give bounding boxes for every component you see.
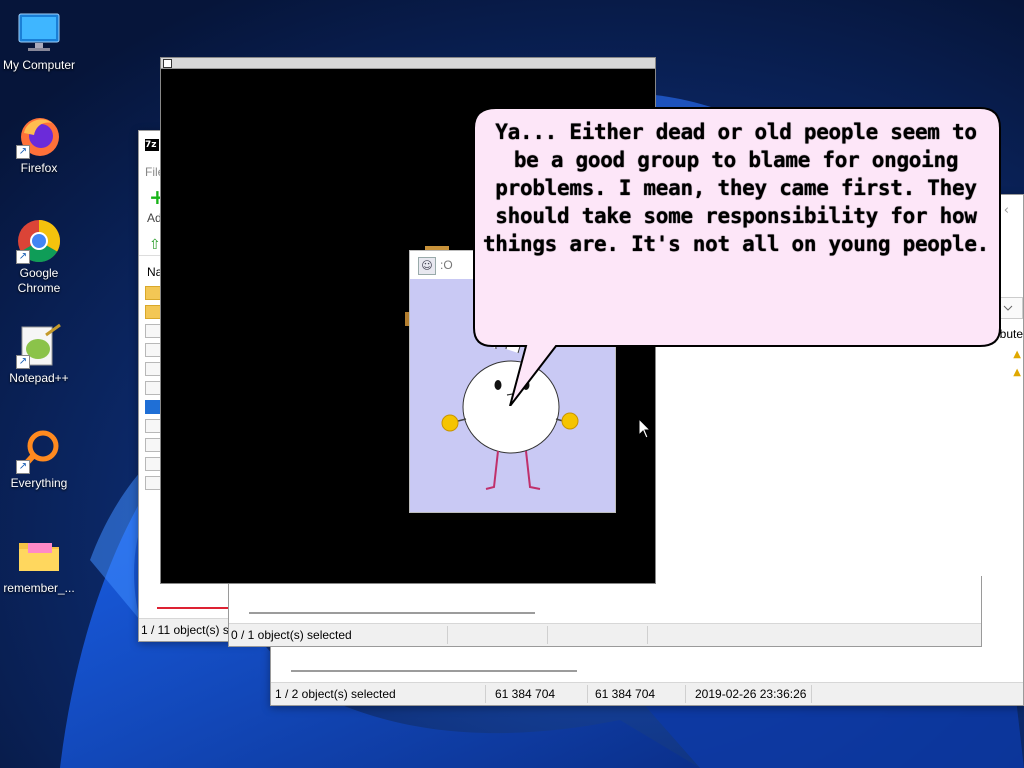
notepadpp-icon: ↗ [16,323,62,369]
desktop-icon-label: My Computer [2,58,76,72]
horizontal-scrollbar[interactable] [249,612,535,614]
shortcut-arrow-icon: ↗ [16,250,30,264]
horizontal-scrollbar[interactable] [291,670,577,672]
status-size: 61 384 704 [495,687,556,701]
list-item-folder-icon[interactable] [145,305,161,319]
shortcut-arrow-icon: ↗ [16,145,30,159]
title-bar[interactable] [161,58,655,69]
desktop-icon-remember-folder[interactable]: remember_... [0,533,78,596]
list-item-file-icon[interactable] [145,476,161,490]
desktop-icon-label: Everything [10,476,68,490]
desktop-icon-label: Firefox [20,161,58,175]
shortcut-arrow-icon: ↗ [16,460,30,474]
desktop-icon-firefox[interactable]: ↗ Firefox [0,113,78,176]
status-selection: 0 / 1 object(s) selected [231,628,352,642]
desktop-icon-everything[interactable]: ↗ Everything [0,428,78,491]
speech-line: problems. I mean, they came first. They [495,176,977,200]
speech-line: things are. It's not all on young people… [482,232,990,256]
app-logo: 7z [145,139,159,151]
status-packed-size: 61 384 704 [595,687,656,701]
folder-up-icon[interactable]: ⇧ [149,237,161,253]
desktop-icon-notepadpp[interactable]: ↗ Notepad++ [0,323,78,386]
speech-bubble-text: Ya... Either dead or old people seem to … [480,118,992,268]
speech-line: be a good group to blame for ongoing [513,148,959,172]
list-item-file-icon[interactable] [145,419,161,433]
window-title: :O [440,258,453,272]
monitor-icon [16,10,62,56]
status-selection: 1 / 11 object(s) se [141,623,236,637]
list-item-file-icon[interactable] [145,381,161,395]
speech-line: Ya... Either dead or old people seem to [495,120,977,144]
desktop-icon-label: remember_... [3,581,75,595]
desktop-icon-label: Notepad++ [9,371,69,385]
scroll-up-icon[interactable]: ▲ [1013,349,1021,360]
status-modified: 2019-02-26 23:36:26 [695,687,807,701]
status-bar: 0 / 1 object(s) selected [229,623,981,646]
folder-icon [16,533,62,579]
app-icon: ☺ [418,257,436,275]
list-item-file-icon[interactable] [145,343,161,357]
system-menu-icon[interactable] [163,59,172,68]
desktop-icon-my-computer[interactable]: My Computer [0,10,78,73]
chrome-icon: ↗ [16,218,62,264]
firefox-icon: ↗ [16,113,62,159]
close-icon[interactable]: ‹ [1004,203,1009,218]
scroll-down-icon[interactable]: ▲ [1013,367,1021,378]
list-item-file-icon[interactable] [145,438,161,452]
list-item-file-icon[interactable] [145,457,161,471]
list-item-selected-icon[interactable] [145,400,161,414]
status-selection: 1 / 2 object(s) selected [275,687,396,701]
magnifier-icon: ↗ [16,428,62,474]
desktop-icon-google-chrome[interactable]: ↗ Google Chrome [0,218,78,296]
list-item-file-icon[interactable] [145,324,161,338]
list-item-file-icon[interactable] [145,362,161,376]
desktop-icon-label: Google Chrome [17,266,61,295]
status-bar: 1 / 2 object(s) selected 61 384 704 61 3… [271,682,1023,705]
archive-window-middle[interactable]: 0 / 1 object(s) selected [228,576,982,647]
list-item-folder-icon[interactable] [145,286,161,300]
mouse-cursor-icon [638,418,652,439]
shortcut-arrow-icon: ↗ [16,355,30,369]
speech-line: should take some responsibility for how [495,204,977,228]
